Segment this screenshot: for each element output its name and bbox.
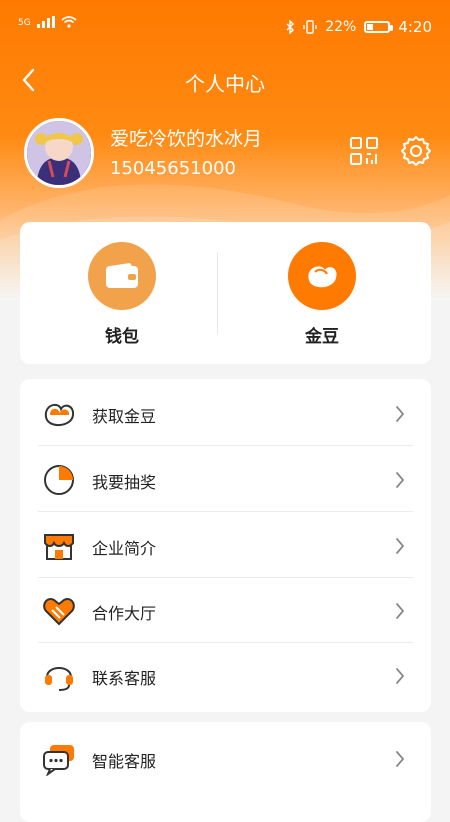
- signal-icon: [36, 16, 55, 28]
- bluetooth-icon: [286, 20, 295, 34]
- chevron-right-icon: [396, 668, 405, 684]
- menu-label: 合作大厅: [92, 604, 157, 623]
- nav-bar: 个人中心: [0, 58, 450, 102]
- wallet-button[interactable]: 钱包: [32, 242, 212, 352]
- network-label: 5G: [18, 18, 31, 28]
- status-bar: 5G 22% 4:20: [0, 0, 450, 56]
- wallet-icon: [88, 242, 156, 310]
- chevron-right-icon: [396, 538, 405, 554]
- vibrate-icon: [303, 20, 317, 34]
- bean-icon: [288, 242, 356, 310]
- menu-label: 我要抽奖: [92, 473, 157, 492]
- menu-item-lottery[interactable]: 我要抽奖: [38, 447, 413, 512]
- settings-gear-icon[interactable]: [399, 134, 433, 168]
- bean-icon: [44, 403, 75, 426]
- menu-item-company-intro[interactable]: 企业简介: [38, 513, 413, 578]
- menu-item-get-beans[interactable]: 获取金豆: [38, 381, 413, 446]
- profile-section: 爱吃冷饮的水冰月 15045651000: [24, 118, 434, 190]
- handshake-heart-icon: [43, 598, 75, 626]
- menu-label: 智能客服: [92, 752, 157, 771]
- wallet-label: 钱包: [105, 327, 139, 347]
- wifi-icon: [61, 16, 77, 28]
- gold-bean-button[interactable]: 金豆: [232, 242, 412, 352]
- chevron-right-icon: [396, 603, 405, 619]
- chevron-right-icon: [396, 406, 405, 422]
- store-icon: [44, 534, 74, 560]
- avatar[interactable]: [24, 118, 94, 188]
- menu-card-2: 智能客服: [20, 722, 431, 822]
- menu-card: 获取金豆 我要抽奖 企业简介 合作大厅 联系客服: [20, 379, 431, 712]
- headset-icon: [45, 667, 73, 691]
- lottery-icon: [44, 465, 74, 495]
- menu-label: 联系客服: [92, 669, 157, 688]
- gold-bean-label: 金豆: [305, 327, 339, 347]
- battery-percent: 22%: [325, 19, 357, 35]
- phone-number: 15045651000: [110, 158, 236, 179]
- chevron-right-icon: [396, 751, 405, 767]
- page-title: 个人中心: [185, 72, 265, 96]
- menu-item-customer-service[interactable]: 联系客服: [38, 643, 413, 707]
- avatar-image: [27, 121, 91, 185]
- divider: [217, 252, 218, 334]
- qr-code-icon[interactable]: [349, 136, 379, 166]
- username: 爱吃冷饮的水冰月: [110, 128, 263, 150]
- menu-label: 获取金豆: [92, 407, 157, 426]
- chevron-right-icon: [396, 472, 405, 488]
- battery-icon: [364, 21, 394, 33]
- menu-label: 企业简介: [92, 539, 157, 558]
- wallet-card: 钱包 金豆: [20, 222, 431, 364]
- clock: 4:20: [398, 18, 432, 36]
- menu-item-smart-service[interactable]: 智能客服: [38, 726, 413, 790]
- menu-item-cooperation-hall[interactable]: 合作大厅: [38, 578, 413, 643]
- chat-bubble-icon: [43, 745, 74, 776]
